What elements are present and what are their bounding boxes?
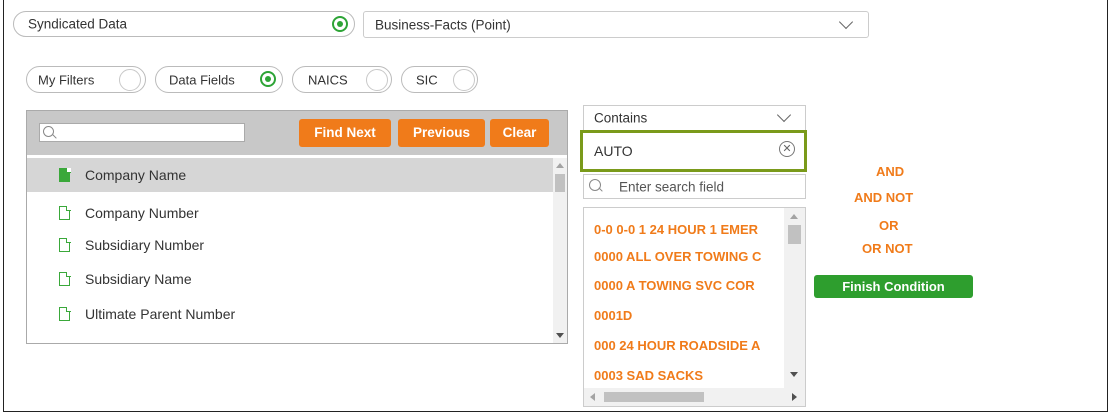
value-list-hscrollbar[interactable] xyxy=(584,388,805,406)
clear-button[interactable]: Clear xyxy=(490,119,549,147)
tab-sic-label: SIC xyxy=(416,72,438,87)
field-panel: Find Next Previous Clear Company Name Co… xyxy=(26,110,568,344)
field-panel-toolbar: Find Next Previous Clear xyxy=(27,111,567,155)
document-icon xyxy=(59,205,71,220)
field-item-subsidiary-name[interactable]: Subsidiary Name xyxy=(27,262,557,296)
document-icon xyxy=(59,237,71,252)
field-search-input[interactable] xyxy=(39,123,245,142)
field-item-company-name[interactable]: Company Name xyxy=(27,158,557,192)
field-item-ultimate-parent-number[interactable]: Ultimate Parent Number xyxy=(27,297,557,331)
source-selector[interactable]: Syndicated Data xyxy=(13,11,355,37)
document-icon xyxy=(59,167,71,182)
operator-label: Contains xyxy=(594,110,648,126)
scroll-thumb[interactable] xyxy=(555,174,565,192)
field-item-subsidiary-number[interactable]: Subsidiary Number xyxy=(27,228,557,262)
value-item[interactable]: 0-0 0-0 1 24 HOUR 1 EMER xyxy=(594,222,758,237)
tab-data-fields-label: Data Fields xyxy=(169,72,235,87)
value-item[interactable]: 0000 ALL OVER TOWING C xyxy=(594,249,761,264)
field-item-label: Company Number xyxy=(85,205,199,221)
document-icon xyxy=(59,306,71,321)
tab-sic[interactable]: SIC xyxy=(401,66,478,93)
and-not-button[interactable]: AND NOT xyxy=(854,190,913,205)
finish-condition-button[interactable]: Finish Condition xyxy=(814,275,973,298)
tab-naics[interactable]: NAICS xyxy=(292,66,392,93)
document-icon xyxy=(59,271,71,286)
operator-select[interactable]: Contains xyxy=(583,105,806,131)
source-label: Syndicated Data xyxy=(28,16,128,32)
find-next-button[interactable]: Find Next xyxy=(299,119,391,147)
scroll-down-icon[interactable] xyxy=(790,372,798,377)
scroll-left-icon[interactable] xyxy=(590,393,595,401)
condition-value-input[interactable]: AUTO ✕ xyxy=(580,130,807,172)
hscroll-thumb[interactable] xyxy=(604,392,704,402)
tab-my-filters[interactable]: My Filters xyxy=(26,66,146,93)
value-item[interactable]: 000 24 HOUR ROADSIDE A xyxy=(594,338,760,353)
field-item-company-number[interactable]: Company Number xyxy=(27,196,557,230)
tab-naics-radio-icon[interactable] xyxy=(366,69,388,91)
value-list: 0-0 0-0 1 24 HOUR 1 EMER 0000 ALL OVER T… xyxy=(583,207,806,407)
dataset-select[interactable]: Business-Facts (Point) xyxy=(363,11,869,38)
search-icon xyxy=(43,126,54,137)
value-search-placeholder: Enter search field xyxy=(619,179,725,194)
or-not-button[interactable]: OR NOT xyxy=(862,241,913,256)
tab-sic-radio-icon[interactable] xyxy=(453,69,475,91)
search-icon xyxy=(589,179,601,191)
clear-value-icon[interactable]: ✕ xyxy=(779,141,795,157)
chevron-down-icon xyxy=(776,107,792,123)
value-list-scrollbar[interactable] xyxy=(784,208,805,388)
scroll-down-icon[interactable] xyxy=(556,333,564,338)
or-button[interactable]: OR xyxy=(879,218,899,233)
field-item-label: Subsidiary Number xyxy=(85,237,205,253)
value-item[interactable]: 0000 A TOWING SVC COR xyxy=(594,278,755,293)
field-item-label: Company Name xyxy=(85,167,187,183)
field-item-label: Ultimate Parent Number xyxy=(85,306,236,322)
source-radio-icon[interactable] xyxy=(332,16,348,32)
condition-value-text: AUTO xyxy=(594,143,633,159)
tab-data-fields[interactable]: Data Fields xyxy=(155,66,283,93)
value-item[interactable]: 0001D xyxy=(594,308,632,323)
value-item[interactable]: 0003 SAD SACKS xyxy=(594,368,703,383)
scroll-up-icon[interactable] xyxy=(790,214,798,219)
field-item-partial xyxy=(27,333,557,343)
field-item-label: Subsidiary Name xyxy=(85,271,192,287)
dataset-label: Business-Facts (Point) xyxy=(375,17,511,32)
value-search-box[interactable]: Enter search field xyxy=(583,174,806,199)
tab-naics-label: NAICS xyxy=(308,72,348,87)
previous-button[interactable]: Previous xyxy=(398,119,485,147)
tab-data-fields-radio-icon[interactable] xyxy=(260,71,276,87)
tab-my-filters-label: My Filters xyxy=(38,72,95,87)
scroll-right-icon[interactable] xyxy=(792,393,797,401)
field-list-scrollbar[interactable] xyxy=(553,158,567,343)
and-button[interactable]: AND xyxy=(876,164,904,179)
tab-my-filters-radio-icon[interactable] xyxy=(119,69,141,91)
scroll-up-icon[interactable] xyxy=(556,163,564,168)
scroll-thumb[interactable] xyxy=(788,225,801,244)
chevron-down-icon xyxy=(838,14,854,30)
